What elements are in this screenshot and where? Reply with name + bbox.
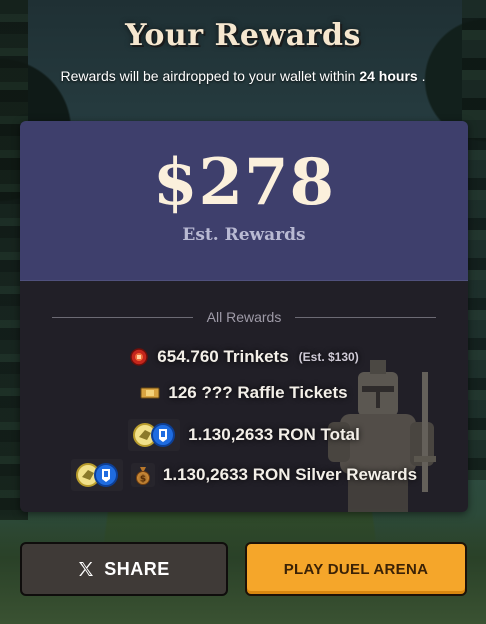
play-duel-arena-label: PLAY DUEL ARENA — [283, 560, 429, 578]
all-rewards-label: All Rewards — [206, 309, 282, 325]
raffle-ticket-icon — [140, 386, 160, 400]
estimated-rewards-label: Est. Rewards — [182, 225, 306, 245]
x-logo-icon — [78, 561, 94, 577]
play-duel-arena-button[interactable]: PLAY DUEL ARENA — [245, 542, 467, 596]
airdrop-notice-prefix: Rewards will be airdropped to your walle… — [60, 68, 360, 84]
reward-trinkets-note: (Est. $130) — [298, 350, 359, 364]
reward-item-ron-total: 1.130,2633 RON Total — [20, 419, 468, 451]
all-rewards-divider: All Rewards — [52, 309, 437, 325]
airdrop-notice-time: 24 hours — [359, 68, 418, 84]
reward-ron-total-text: 1.130,2633 RON Total — [188, 425, 360, 444]
divider-line-right — [295, 316, 437, 318]
reward-raffle-text: 126 ??? Raffle Tickets — [168, 383, 348, 402]
trinket-icon — [129, 347, 149, 367]
ron-token-pair-icon — [128, 419, 181, 451]
estimated-amount: $278 — [152, 145, 336, 220]
reward-ron-silver-text: 1.130,2633 RON Silver Rewards — [162, 465, 418, 484]
svg-text:$: $ — [140, 475, 146, 485]
reward-item-trinkets: 654.760 Trinkets (Est. $130) — [20, 347, 468, 367]
airdrop-notice: Rewards will be airdropped to your walle… — [0, 68, 486, 84]
reward-item-ron-silver: $ 1.130,2633 RON Silver Rewards — [20, 459, 468, 491]
reward-trinkets-text: 654.760 Trinkets — [157, 347, 289, 366]
reward-item-raffle-tickets: 126 ??? Raffle Tickets — [20, 383, 468, 403]
share-button-label: SHARE — [104, 558, 170, 579]
estimated-rewards-panel: $278 Est. Rewards — [20, 121, 468, 281]
page-title: Your Rewards — [125, 18, 361, 53]
rewards-card: $278 Est. Rewards All Rewards 654.760 Tr… — [20, 121, 468, 512]
share-button[interactable]: SHARE — [20, 542, 228, 596]
airdrop-notice-suffix: . — [417, 68, 426, 84]
ron-token-pair-icon — [70, 459, 123, 491]
money-bag-icon: $ — [130, 463, 155, 487]
divider-line-left — [52, 316, 193, 318]
all-rewards-panel: All Rewards 654.760 Trinkets (Est. $130) — [20, 281, 468, 512]
